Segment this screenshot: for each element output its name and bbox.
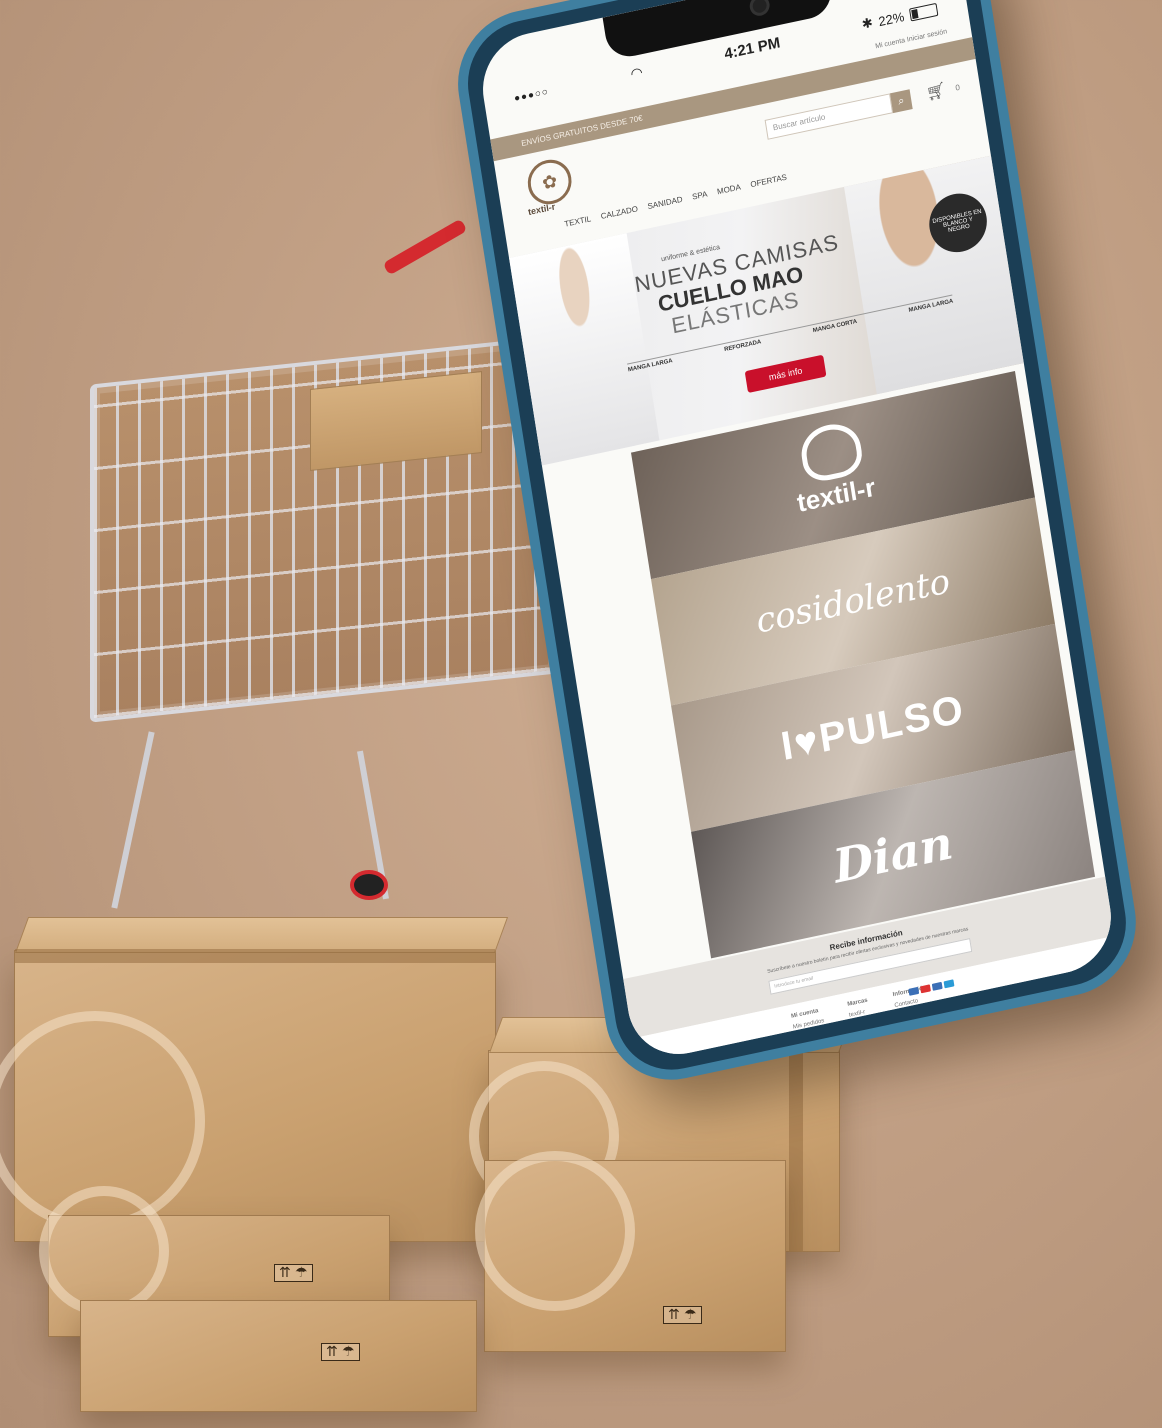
bottom-flat-box: ⇈ ☂: [80, 1300, 477, 1412]
footer-link[interactable]: Cerrar sesión: [796, 1039, 838, 1056]
hero-model-left: [509, 233, 660, 466]
nav-item-textil[interactable]: TEXTIL: [564, 214, 593, 237]
wifi-icon: ◠: [629, 63, 644, 82]
box-logo: [39, 1186, 169, 1316]
phone-screen: ●●●○○ ◠ 4:21 PM ✱ 22% Mi cuenta Iniciar …: [475, 0, 1119, 1065]
front-right-box: ⇈ ☂: [475, 1151, 786, 1352]
cart-leg: [111, 731, 155, 909]
hero-model-right: [844, 155, 1024, 395]
box-logo: [475, 1151, 635, 1311]
more-info-button[interactable]: más info: [744, 354, 827, 394]
signal-indicator: ●●●○○: [513, 85, 550, 105]
brand-name: cosidolento: [753, 561, 953, 642]
battery-icon: [908, 2, 939, 22]
nav-item-sanidad[interactable]: SANIDAD: [647, 195, 685, 220]
handling-symbols: ⇈ ☂: [274, 1264, 313, 1282]
brand-name: Dian: [829, 815, 957, 894]
amex-icon: [943, 979, 955, 989]
cart-icon[interactable]: 🛒︎: [925, 80, 948, 104]
nav-item-ofertas[interactable]: OFERTAS: [750, 173, 789, 198]
smartphone: ●●●○○ ◠ 4:21 PM ✱ 22% Mi cuenta Iniciar …: [408, 0, 1162, 1166]
search-input[interactable]: Buscar artículo: [764, 93, 894, 140]
site-logo[interactable]: ✿: [524, 155, 575, 209]
handling-symbols: ⇈ ☂: [321, 1343, 360, 1361]
bluetooth-icon: ✱: [860, 14, 874, 32]
mastercard-icon: [920, 984, 931, 994]
status-time: 4:21 PM: [723, 33, 782, 63]
hero-tag: REFORZADA: [723, 339, 762, 354]
paypal-icon: [931, 981, 943, 991]
nav-item-calzado[interactable]: CALZADO: [600, 204, 640, 230]
footer-link[interactable]: Mis datos: [795, 1031, 837, 1048]
search-icon[interactable]: ⌕: [889, 89, 913, 114]
footer-column: Marcas textil-r cosidolento impulso Dian: [847, 995, 881, 1043]
status-right: ✱ 22%: [861, 1, 939, 33]
payment-icons: [908, 979, 955, 996]
cart-count: 0: [954, 82, 961, 93]
nav-item-spa[interactable]: SPA: [692, 189, 710, 210]
footer-link[interactable]: Aviso legal: [898, 1018, 935, 1033]
handling-symbols: ⇈ ☂: [663, 1306, 702, 1324]
footer-link[interactable]: impulso: [851, 1021, 882, 1035]
site-logo-text: textil-r: [527, 201, 556, 218]
footer-column: Mi cuenta Mis pedidos Mis direcciones Mi…: [791, 1004, 835, 1054]
nav-item-moda[interactable]: MODA: [716, 182, 742, 205]
footer-link[interactable]: Devoluciones: [896, 1010, 933, 1025]
phone-frame: ●●●○○ ◠ 4:21 PM ✱ 22% Mi cuenta Iniciar …: [448, 0, 1146, 1093]
battery-percent: 22%: [877, 8, 906, 29]
footer-link[interactable]: Dian: [852, 1029, 883, 1043]
cart-wheel: [350, 870, 388, 900]
brand-name: I♥PULSO: [778, 686, 968, 769]
hero-tag: MANGA CORTA: [812, 318, 858, 335]
